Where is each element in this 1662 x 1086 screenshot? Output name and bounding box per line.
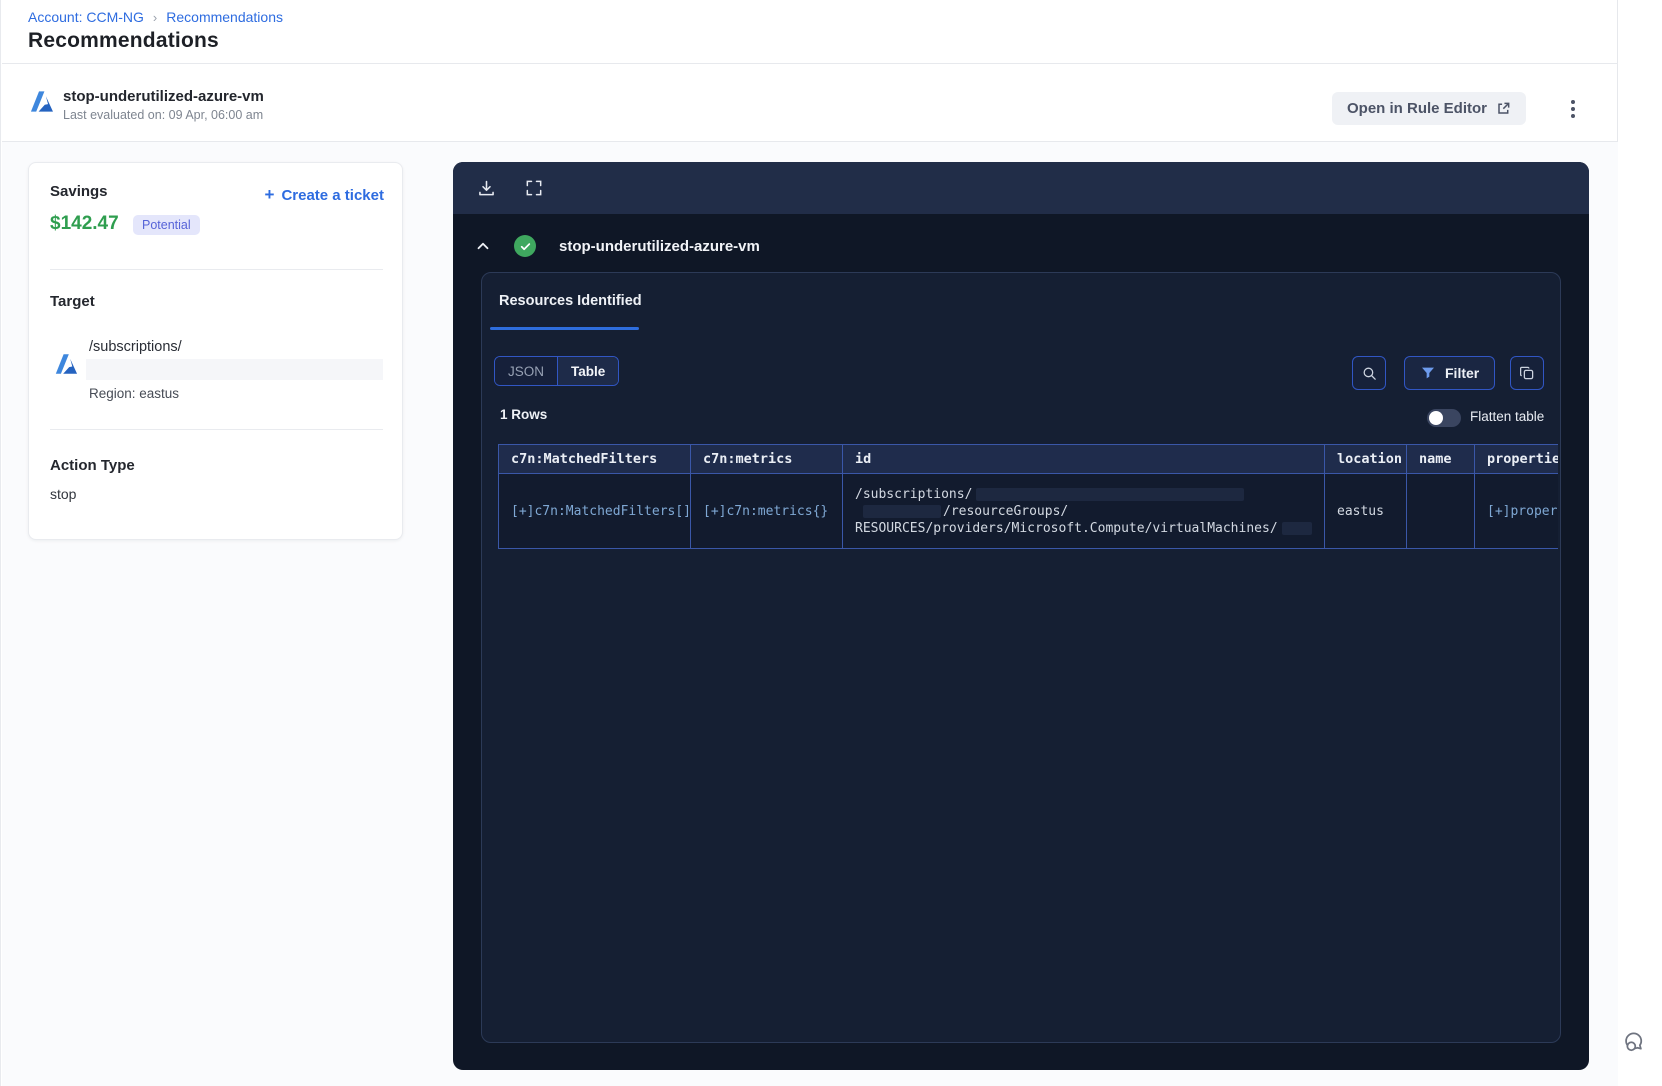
target-label: Target <box>50 293 95 310</box>
resources-identified-panel: Resources Identified JSON Table Filter 1… <box>481 272 1561 1043</box>
open-in-rule-editor-button[interactable]: Open in Rule Editor <box>1332 92 1527 125</box>
table-row: [+]c7n:MatchedFilters[] [+]c7n:metrics{}… <box>498 473 1558 549</box>
resources-table-wrapper: c7n:MatchedFilters c7n:metrics id locati… <box>498 444 1558 550</box>
cell-matched-filters-expander[interactable]: [+]c7n:MatchedFilters[] <box>498 473 691 549</box>
cell-metrics-expander[interactable]: [+]c7n:metrics{} <box>690 473 843 549</box>
cell-resource-id: /subscriptions/ /resourceGroups/ RESOURC… <box>842 473 1325 549</box>
chat-bubbles-icon <box>1625 1032 1643 1052</box>
col-header-id: id <box>842 444 1325 474</box>
collapse-chevron-button[interactable] <box>472 235 494 257</box>
breadcrumb-recommendations-link[interactable]: Recommendations <box>166 9 283 25</box>
card-divider <box>50 269 383 270</box>
search-button[interactable] <box>1352 356 1386 390</box>
fullscreen-button[interactable] <box>521 175 547 201</box>
cell-properties-expander[interactable]: [+]properties{} <box>1474 473 1558 549</box>
chevron-up-icon <box>477 242 489 250</box>
savings-potential-badge: Potential <box>133 215 200 235</box>
rule-name: stop-underutilized-azure-vm <box>63 88 264 105</box>
action-type-label: Action Type <box>50 457 135 474</box>
fullscreen-icon <box>526 180 542 196</box>
cell-location: eastus <box>1324 473 1407 549</box>
rule-header-divider <box>2 141 1618 142</box>
filter-funnel-icon <box>1422 367 1434 379</box>
kebab-dot <box>1571 99 1575 104</box>
col-header-properties: properties <box>1474 444 1558 474</box>
chat-help-button[interactable] <box>1622 1026 1652 1056</box>
create-ticket-label: Create a ticket <box>281 186 384 204</box>
target-row-stripe <box>86 359 383 380</box>
breadcrumb-account-link[interactable]: Account: CCM-NG <box>28 9 144 25</box>
id-line-2: /resourceGroups/ <box>943 503 1069 519</box>
savings-label: Savings <box>50 183 108 200</box>
target-region: Region: eastus <box>89 386 180 401</box>
external-link-icon <box>1496 101 1511 116</box>
recommendation-summary-card: Savings + Create a ticket $142.47 Potent… <box>28 162 403 540</box>
header-divider <box>2 63 1618 64</box>
download-button[interactable] <box>473 175 499 201</box>
rule-last-evaluated: Last evaluated on: 09 Apr, 06:00 am <box>63 108 264 122</box>
filter-button[interactable]: Filter <box>1404 356 1496 390</box>
target-subscription-path: /subscriptions/ <box>89 339 182 355</box>
tab-resources-identified[interactable]: Resources Identified <box>499 293 642 309</box>
copy-icon <box>1519 366 1534 380</box>
rule-result-title: stop-underutilized-azure-vm <box>559 237 760 255</box>
breadcrumb-separator-icon: › <box>152 9 158 25</box>
copy-button[interactable] <box>1510 356 1544 390</box>
open-in-rule-editor-label: Open in Rule Editor <box>1347 100 1488 117</box>
id-line-3: RESOURCES/providers/Microsoft.Compute/vi… <box>855 520 1278 536</box>
col-header-location: location <box>1324 444 1407 474</box>
rule-results-panel: stop-underutilized-azure-vm Resources Id… <box>453 162 1589 1070</box>
rule-result-header-row: stop-underutilized-azure-vm <box>472 232 760 260</box>
id-line-1: /subscriptions/ <box>855 486 973 502</box>
create-ticket-button[interactable]: + Create a ticket <box>265 185 385 205</box>
col-header-metrics: c7n:metrics <box>690 444 843 474</box>
toggle-knob <box>1429 411 1443 425</box>
flatten-table-toggle[interactable] <box>1427 409 1461 427</box>
table-header-row: c7n:MatchedFilters c7n:metrics id locati… <box>498 444 1558 474</box>
results-toolbar <box>453 162 1589 214</box>
col-header-matched-filters: c7n:MatchedFilters <box>498 444 691 474</box>
download-icon <box>478 180 494 195</box>
page-title: Recommendations <box>28 29 219 52</box>
rows-count: 1 Rows <box>500 407 548 422</box>
redacted-resource-group-prefix <box>863 504 941 518</box>
action-type-value: stop <box>50 486 77 502</box>
active-tab-underline <box>490 327 639 330</box>
redacted-vm-name <box>1281 521 1312 535</box>
success-check-icon <box>514 235 536 257</box>
filter-label: Filter <box>1445 365 1480 381</box>
savings-amount: $142.47 <box>50 213 119 234</box>
azure-logo-icon <box>53 351 79 377</box>
search-icon <box>1363 367 1376 380</box>
resources-table: c7n:MatchedFilters c7n:metrics id locati… <box>498 444 1558 549</box>
card-divider <box>50 429 383 430</box>
toggle-table-view[interactable]: Table <box>558 357 619 385</box>
view-mode-toggle: JSON Table <box>494 356 620 386</box>
breadcrumb: Account: CCM-NG › Recommendations <box>28 9 283 25</box>
redacted-subscription-id <box>976 487 1245 501</box>
flatten-table-label: Flatten table <box>1470 409 1545 424</box>
kebab-dot <box>1571 106 1575 111</box>
cell-name <box>1406 473 1475 549</box>
col-header-name: name <box>1406 444 1475 474</box>
plus-icon: + <box>264 185 275 204</box>
kebab-dot <box>1571 113 1575 118</box>
toggle-json-view[interactable]: JSON <box>495 357 559 385</box>
azure-logo-icon <box>28 88 55 115</box>
more-options-kebab-button[interactable] <box>1557 92 1589 125</box>
main-content-area: Account: CCM-NG › Recommendations Recomm… <box>0 0 1618 1086</box>
